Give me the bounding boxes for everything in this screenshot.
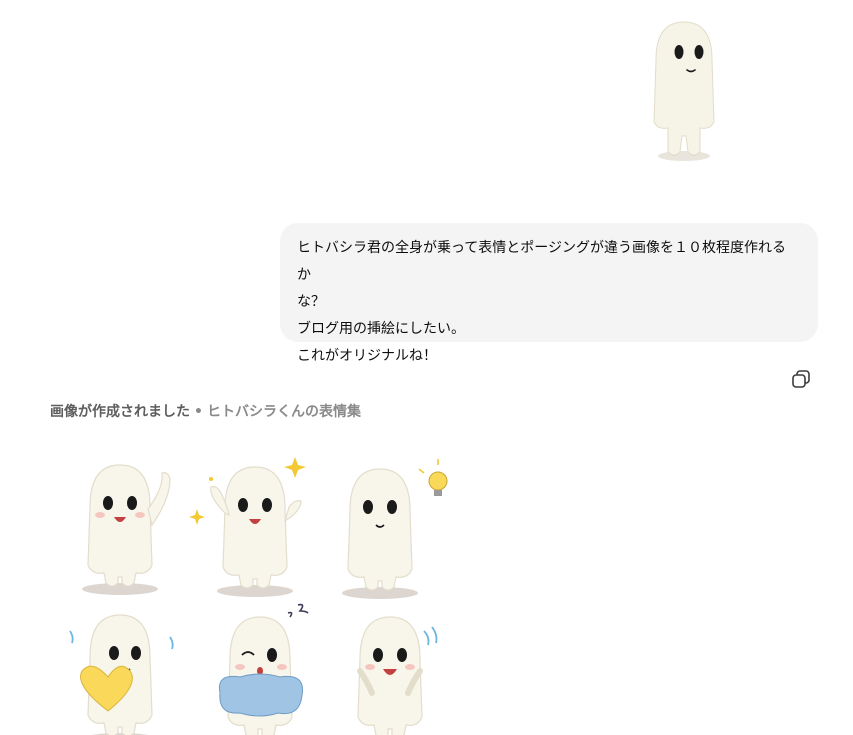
generated-expression-sheet-image[interactable] <box>50 437 450 735</box>
sticker-happy-sparkles <box>189 457 306 598</box>
image-generation-status: 画像が作成されました • ヒトバシラくんの表情集 <box>50 401 361 421</box>
copy-icon[interactable] <box>790 368 812 390</box>
sticker-idea <box>341 459 450 600</box>
message-line: な？ <box>297 294 325 310</box>
image-title[interactable]: ヒトバシラくんの表情集 <box>207 404 361 420</box>
user-uploaded-character-image[interactable] <box>644 18 724 164</box>
status-text: 画像が作成されました <box>50 404 190 420</box>
sticker-surprised <box>351 616 438 735</box>
user-message-bubble: ヒトバシラ君の全身が乗って表情とポージングが違う画像を１０枚程度作れるか な？ … <box>280 223 818 364</box>
sticker-sleepy <box>218 603 309 735</box>
sticker-waving <box>81 464 171 596</box>
message-line: ヒトバシラ君の全身が乗って表情とポージングが違う画像を１０枚程度作れるか <box>297 240 787 283</box>
message-line: ブログ用の挿絵にしたい。 <box>297 321 465 337</box>
message-line: これがオリジナルね！ <box>297 348 437 364</box>
separator: • <box>194 404 203 420</box>
sticker-heart <box>69 614 174 735</box>
